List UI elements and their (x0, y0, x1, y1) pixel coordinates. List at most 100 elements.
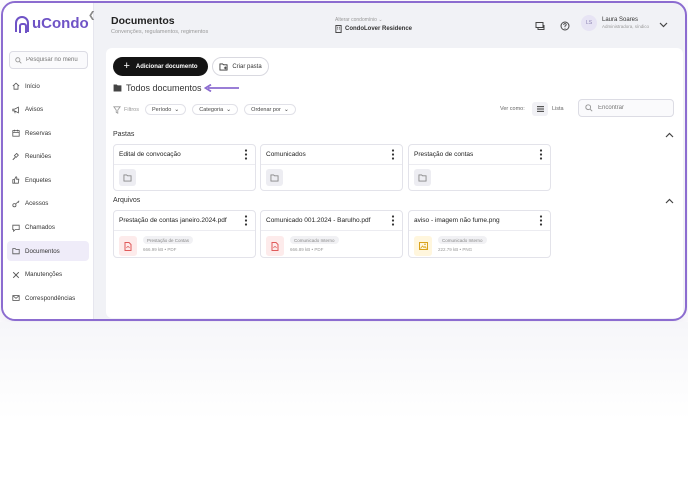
ucondo-logo-icon (15, 15, 29, 33)
sidebar-item-correspondencias[interactable]: Correspondências (7, 288, 89, 308)
png-thumbnail (414, 236, 432, 256)
grid-icon (536, 106, 544, 112)
sidebar-item-label: Reservas (25, 129, 52, 137)
messages-icon[interactable] (535, 21, 545, 31)
more-options-icon[interactable] (391, 215, 395, 226)
view-list-toggle[interactable]: Lista (552, 106, 564, 112)
megaphone-icon (12, 106, 20, 114)
mail-icon (12, 294, 20, 302)
document-search-input[interactable] (598, 105, 668, 111)
search-icon (585, 104, 593, 112)
filters-label[interactable]: Filtros (113, 105, 139, 114)
folder-icon (113, 84, 122, 92)
user-role: Administradora, síndico (602, 24, 650, 29)
category-filter[interactable]: Categoria ⌄ (192, 104, 239, 115)
sidebar-nav: Início Avisos Reservas Reuniões Enquetes… (7, 76, 89, 312)
brand-logo[interactable]: uCondo (15, 15, 89, 33)
brand-name: uCondo (32, 15, 89, 32)
category-tag: Prestação de Contas (143, 236, 194, 244)
folder-card-comunicados[interactable]: Comunicados (260, 144, 403, 191)
sidebar-item-label: Enquetes (25, 176, 52, 184)
help-icon[interactable] (560, 21, 570, 31)
chevron-down-icon: ⌄ (174, 107, 180, 113)
folder-name: Comunicados (266, 151, 306, 158)
file-meta: 222.79 kB • PNG (438, 247, 473, 252)
user-menu[interactable]: LS Laura Soares Administradora, síndico (581, 15, 649, 31)
page-title: Documentos (111, 15, 175, 27)
image-file-icon (418, 242, 428, 250)
tools-icon (12, 271, 20, 279)
chevron-up-icon[interactable] (665, 198, 674, 204)
file-card-aviso-png[interactable]: aviso - imagem não fume.png Comunicado I… (408, 210, 551, 258)
sidebar-item-label: Avisos (25, 106, 44, 114)
add-document-button[interactable]: + Adicionar documento (113, 57, 208, 76)
folder-thumbnail (266, 169, 283, 186)
more-options-icon[interactable] (244, 215, 248, 226)
sidebar-item-label: Documentos (25, 247, 60, 255)
pointer-arrow-icon (204, 84, 239, 92)
building-icon (335, 25, 342, 33)
document-search[interactable] (578, 99, 674, 117)
files-section-title: Arquivos (113, 197, 141, 204)
sort-filter[interactable]: Ordenar por ⌄ (244, 104, 296, 115)
breadcrumb-current: Todos documentos (126, 83, 202, 93)
sidebar-item-reunioes[interactable]: Reuniões (7, 147, 89, 167)
more-options-icon[interactable] (391, 149, 395, 160)
sidebar-item-acessos[interactable]: Acessos (7, 194, 89, 214)
create-folder-button[interactable]: Criar pasta (212, 57, 269, 76)
view-as-label: Ver como: (500, 106, 525, 112)
chat-icon (12, 224, 20, 232)
folder-thumbnail (414, 169, 431, 186)
menu-search-input[interactable] (26, 57, 86, 63)
condo-selector[interactable]: CondoLover Residence (335, 25, 412, 33)
chevron-down-icon[interactable] (659, 22, 668, 28)
chevron-up-icon[interactable] (665, 132, 674, 138)
more-options-icon[interactable] (539, 215, 543, 226)
file-card-comunicado-pdf[interactable]: Comunicado 001.2024 - Barulho.pdf Comuni… (260, 210, 403, 258)
folder-icon (270, 173, 279, 182)
category-tag: Comunicado Interno (438, 236, 487, 244)
sidebar-item-avisos[interactable]: Avisos (7, 100, 89, 120)
menu-search[interactable] (9, 51, 88, 69)
folder-card-edital[interactable]: Edital de convocação (113, 144, 256, 191)
sidebar-item-enquetes[interactable]: Enquetes (7, 170, 89, 190)
sidebar-item-label: Acessos (25, 200, 49, 208)
folder-thumbnail (119, 169, 136, 186)
more-options-icon[interactable] (539, 149, 543, 160)
sidebar-item-manutencoes[interactable]: Manutenções (7, 265, 89, 285)
period-filter[interactable]: Período ⌄ (144, 104, 187, 115)
sidebar-item-reservas[interactable]: Reservas (7, 123, 89, 143)
key-icon (12, 200, 20, 208)
calendar-icon (12, 129, 20, 137)
sidebar-item-inicio[interactable]: Início (7, 76, 89, 96)
home-icon (12, 82, 20, 90)
card-divider (261, 164, 402, 165)
sidebar-item-chamados[interactable]: Chamados (7, 218, 89, 238)
sidebar: uCondo ❮ Início Avisos Reservas Reuniões (3, 3, 96, 319)
condo-switch-label[interactable]: Alterar condomínio ⌄ (335, 17, 383, 23)
pdf-file-icon (271, 241, 279, 251)
folder-plus-icon (219, 62, 228, 71)
thumbs-up-icon (12, 176, 20, 184)
page-subtitle: Convenções, regulamentos, regimentos (111, 29, 209, 35)
user-name: Laura Soares (602, 17, 639, 23)
card-divider (114, 164, 255, 165)
folder-card-prestacao[interactable]: Prestação de contas (408, 144, 551, 191)
plus-icon: + (123, 60, 130, 72)
top-header: Documentos Convenções, regulamentos, reg… (95, 3, 685, 47)
sidebar-item-documentos[interactable]: Documentos (7, 241, 89, 262)
folder-name: Edital de convocação (119, 151, 181, 158)
more-options-icon[interactable] (244, 149, 248, 160)
card-divider (261, 230, 402, 231)
pdf-file-icon (124, 241, 132, 251)
view-grid-toggle[interactable] (532, 102, 548, 116)
breadcrumb: Todos documentos (113, 83, 202, 93)
search-icon (15, 56, 22, 64)
avatar: LS (581, 15, 597, 31)
folder-icon (12, 247, 20, 255)
file-card-prestacao-pdf[interactable]: Prestação de contas janeiro.2024.pdf Pre… (113, 210, 256, 258)
file-meta: 666.99 kB • PDF (143, 247, 177, 252)
card-divider (409, 230, 550, 231)
chevron-down-icon: ⌄ (378, 17, 383, 23)
chevron-down-icon: ⌄ (226, 107, 232, 113)
